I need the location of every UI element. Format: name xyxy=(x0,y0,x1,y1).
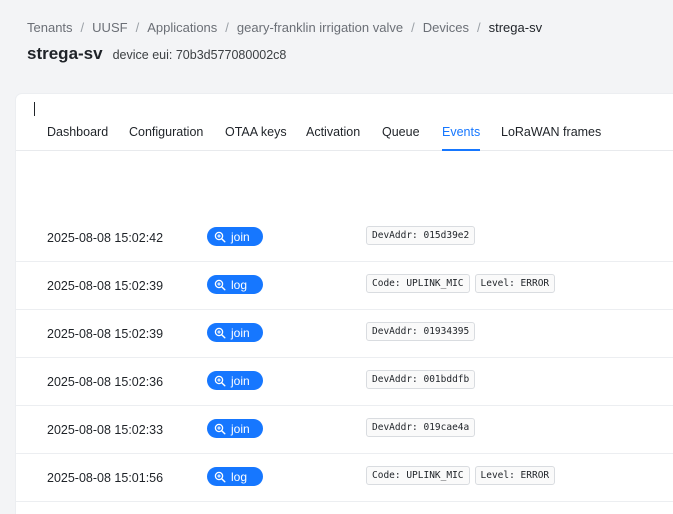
event-join-button[interactable]: join xyxy=(207,323,263,342)
event-log-button[interactable]: log xyxy=(207,467,263,486)
event-tags: DevAddr: 01934395 xyxy=(366,322,476,341)
page-header: strega-sv device eui: 70b3d577080002c8 xyxy=(27,44,286,64)
event-tag: DevAddr: 001bddfb xyxy=(366,370,476,389)
event-type-label: join xyxy=(231,325,250,340)
zoom-in-icon xyxy=(214,471,226,483)
event-type-label: join xyxy=(231,421,250,436)
event-tag: DevAddr: 015d39e2 xyxy=(366,226,476,245)
event-timestamp: 2025-08-08 15:02:33 xyxy=(47,423,164,437)
event-join-button[interactable]: join xyxy=(207,227,263,246)
event-timestamp: 2025-08-08 15:02:39 xyxy=(47,327,164,341)
event-timestamp: 2025-08-08 15:02:36 xyxy=(47,375,164,389)
tab-otaa-keys[interactable]: OTAA keys xyxy=(225,125,287,150)
event-tags: DevAddr: 001bddfb xyxy=(366,370,476,389)
event-row: 2025-08-08 15:01:56 log Code: UPLINK_MIC Le… xyxy=(16,454,673,502)
tab-dashboard[interactable]: Dashboard xyxy=(47,125,108,150)
breadcrumb-separator: / xyxy=(476,20,481,35)
events-list: 2025-08-08 15:02:42 join DevAddr: 015d39e2… xyxy=(16,214,673,502)
tab-events[interactable]: Events xyxy=(442,125,481,151)
breadcrumb-application[interactable]: geary-franklin irrigation valve xyxy=(237,20,403,35)
event-timestamp: 2025-08-08 15:02:39 xyxy=(47,279,164,293)
event-type-label: join xyxy=(231,373,250,388)
event-log-button[interactable]: log xyxy=(207,275,263,294)
event-timestamp: 2025-08-08 15:01:56 xyxy=(47,471,164,485)
tab-lorawan-frames[interactable]: LoRaWAN frames xyxy=(501,125,601,150)
breadcrumb-separator: / xyxy=(135,20,140,35)
breadcrumb-separator: / xyxy=(225,20,229,35)
tab-configuration[interactable]: Configuration xyxy=(129,125,203,150)
page-title: strega-sv xyxy=(27,44,103,63)
breadcrumb-applications[interactable]: Applications xyxy=(147,20,217,35)
text-cursor xyxy=(34,102,35,116)
event-tags: DevAddr: 015d39e2 xyxy=(366,226,476,245)
event-join-button[interactable]: join xyxy=(207,371,263,390)
tab-bar: Dashboard Configuration OTAA keys Activa… xyxy=(16,121,673,151)
event-tag: Code: UPLINK_MIC xyxy=(366,466,470,485)
device-eui: device eui: 70b3d577080002c8 xyxy=(112,48,287,62)
event-join-button[interactable]: join xyxy=(207,419,263,438)
breadcrumb-current-device: strega-sv xyxy=(488,20,543,35)
event-row: 2025-08-08 15:02:39 log Code: UPLINK_MIC Le… xyxy=(16,262,673,310)
event-row: 2025-08-08 15:02:39 join DevAddr: 01934395 xyxy=(16,310,673,358)
event-type-label: join xyxy=(231,229,250,244)
event-tag: Level: ERROR xyxy=(474,274,556,293)
zoom-in-icon xyxy=(214,231,226,243)
device-card: Dashboard Configuration OTAA keys Activa… xyxy=(16,94,673,514)
event-tag: Code: UPLINK_MIC xyxy=(366,274,470,293)
breadcrumb-tenant-uusf[interactable]: UUSF xyxy=(92,20,127,35)
event-tags: DevAddr: 019cae4a xyxy=(366,418,476,437)
event-tag: DevAddr: 019cae4a xyxy=(366,418,476,437)
zoom-in-icon xyxy=(214,279,226,291)
event-tag: Level: ERROR xyxy=(474,466,556,485)
breadcrumb: Tenants / UUSF / Applications / geary-fr… xyxy=(27,20,542,35)
breadcrumb-devices[interactable]: Devices xyxy=(423,20,469,35)
event-row: 2025-08-08 15:02:33 join DevAddr: 019cae4a xyxy=(16,406,673,454)
tab-activation[interactable]: Activation xyxy=(306,125,360,150)
event-type-label: log xyxy=(231,277,248,292)
event-type-label: log xyxy=(231,469,248,484)
zoom-in-icon xyxy=(214,327,226,339)
breadcrumb-tenants[interactable]: Tenants xyxy=(27,20,73,35)
zoom-in-icon xyxy=(214,375,226,387)
event-timestamp: 2025-08-08 15:02:42 xyxy=(47,231,164,245)
breadcrumb-separator: / xyxy=(411,20,415,35)
zoom-in-icon xyxy=(214,423,226,435)
breadcrumb-separator: / xyxy=(80,20,85,35)
event-tag: DevAddr: 01934395 xyxy=(366,322,476,341)
event-tags: Code: UPLINK_MIC Level: ERROR xyxy=(366,466,556,485)
event-row: 2025-08-08 15:02:36 join DevAddr: 001bddfb xyxy=(16,358,673,406)
event-tags: Code: UPLINK_MIC Level: ERROR xyxy=(366,274,556,293)
tab-queue[interactable]: Queue xyxy=(382,125,420,150)
event-row: 2025-08-08 15:02:42 join DevAddr: 015d39e2 xyxy=(16,214,673,262)
